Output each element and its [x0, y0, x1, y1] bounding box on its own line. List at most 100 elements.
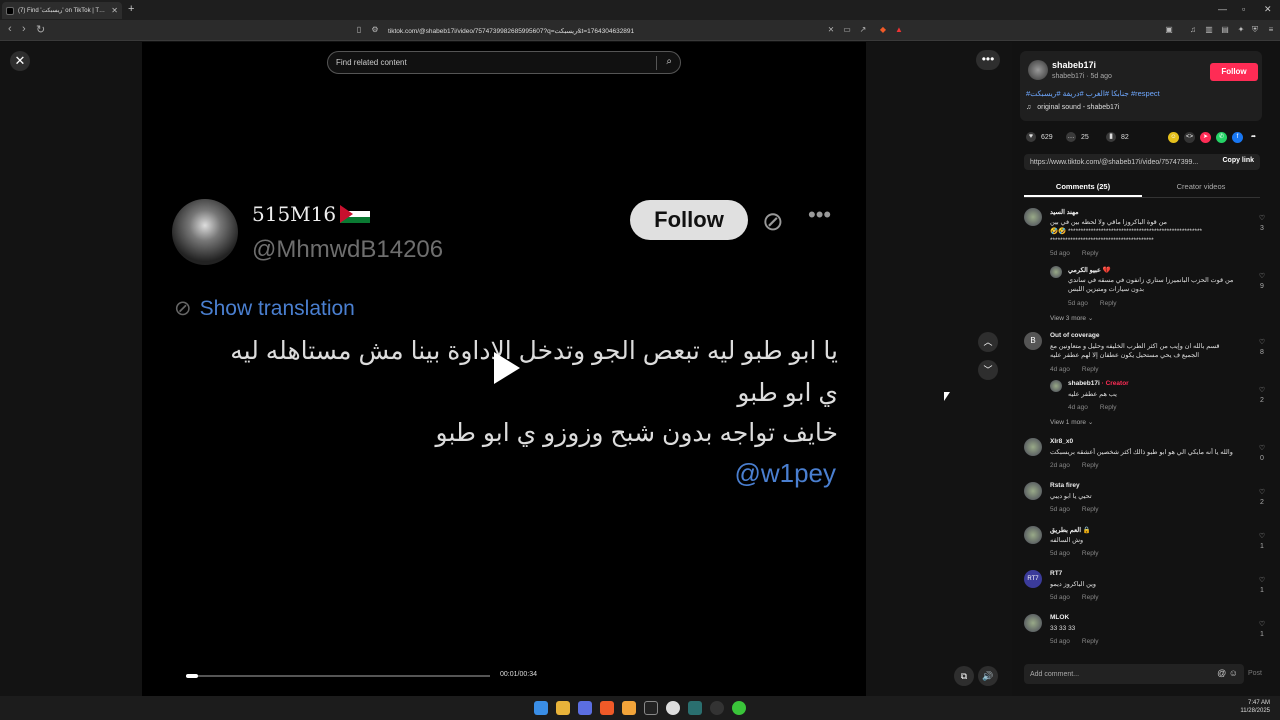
creator-avatar[interactable]	[1028, 60, 1048, 80]
reply-button[interactable]: Reply	[1082, 250, 1099, 257]
comment-user[interactable]: RT7	[1050, 570, 1062, 577]
new-tab-icon[interactable]: +	[128, 3, 134, 15]
avatar[interactable]	[1024, 614, 1042, 632]
comment-user[interactable]: MLOK	[1050, 614, 1069, 621]
address-bar[interactable]: ⚙ tiktok.com/@shabeb17i/video/7574739982…	[348, 22, 908, 39]
obs-icon[interactable]	[666, 701, 680, 715]
brave-shield-icon[interactable]: ◆	[878, 25, 888, 35]
windows-start-icon[interactable]	[534, 701, 548, 715]
play-icon[interactable]	[494, 352, 520, 384]
reply-button[interactable]: Reply	[1100, 404, 1117, 411]
add-comment-input[interactable]: Add comment... @ ☺	[1024, 664, 1244, 684]
search-icon[interactable]: ⌕	[666, 56, 672, 67]
friends-share-icon[interactable]: ☺	[1168, 132, 1179, 143]
app4-icon[interactable]	[732, 701, 746, 715]
save-stat[interactable]: ▮ 82	[1106, 132, 1129, 142]
hashtags[interactable]: #جنابكا #الغرب #دريفة #ريسبكت #respect	[1026, 89, 1160, 98]
comment-user[interactable]: Xlr8_x0	[1050, 438, 1073, 445]
comment-like[interactable]: ♡ 2	[1256, 386, 1268, 406]
forward-icon[interactable]: ›	[22, 23, 26, 35]
sidebar-toggle-icon[interactable]: ▣	[1164, 25, 1174, 35]
reply-button[interactable]: Reply	[1082, 506, 1099, 513]
cast-icon[interactable]: ▭	[842, 25, 852, 35]
facebook-icon[interactable]: f	[1232, 132, 1243, 143]
comment-like[interactable]: ♡ 0	[1256, 444, 1268, 464]
view-more-replies[interactable]: View 1 more ⌄	[1050, 418, 1093, 426]
comment-user[interactable]: Out of coverage	[1050, 332, 1099, 339]
whatsapp-icon[interactable]: ✆	[1216, 132, 1227, 143]
creator-name[interactable]: shabeb17i	[1052, 60, 1096, 70]
close-window-icon[interactable]: ✕	[1264, 4, 1272, 15]
close-tab-icon[interactable]: ✕	[111, 6, 118, 15]
avatar[interactable]	[1024, 482, 1042, 500]
comment-like[interactable]: ♡ 9	[1256, 272, 1268, 292]
avatar[interactable]	[1050, 266, 1062, 278]
reply-button[interactable]: Reply	[1082, 638, 1099, 645]
comment-like[interactable]: ♡ 1	[1256, 620, 1268, 640]
follow-button[interactable]: Follow	[1210, 63, 1258, 81]
brave-icon[interactable]	[600, 701, 614, 715]
comment-like[interactable]: ♡ 1	[1256, 576, 1268, 596]
comment-user[interactable]: العم بطريق 🔒	[1050, 526, 1091, 534]
rewards-icon[interactable]: ▲	[894, 25, 904, 35]
mute-tab-icon[interactable]: ⨯	[826, 25, 836, 35]
terminal-icon[interactable]	[644, 701, 658, 715]
comment-like[interactable]: ♡ 1	[1256, 532, 1268, 552]
avatar[interactable]: B	[1024, 332, 1042, 350]
reply-button[interactable]: Reply	[1082, 366, 1099, 373]
comment-stat[interactable]: … 25	[1066, 132, 1089, 142]
post-button[interactable]: Post	[1248, 670, 1262, 677]
view-more-replies[interactable]: View 3 more ⌄	[1050, 314, 1093, 322]
reply-button[interactable]: Reply	[1082, 594, 1099, 601]
comment-user[interactable]: Rsta firey	[1050, 482, 1080, 489]
music-icon[interactable]: ♫	[1188, 25, 1198, 35]
share-icon[interactable]: ↗	[858, 25, 868, 35]
video-player[interactable]: 515M16 @MhmwdB14206 Follow ⊘ ••• ⊘ Show t…	[142, 42, 866, 696]
maximize-icon[interactable]: ▫	[1242, 4, 1245, 14]
more-options-button[interactable]: •••	[976, 50, 1000, 70]
menu-icon[interactable]: ≡	[1266, 25, 1276, 35]
emoji-icon[interactable]: @ ☺	[1217, 668, 1238, 678]
back-icon[interactable]: ‹	[8, 23, 12, 35]
tab-comments[interactable]: Comments (25)	[1024, 182, 1142, 197]
next-video-button[interactable]: ﹀	[978, 360, 998, 380]
floating-player-button[interactable]: ⧉	[954, 666, 974, 686]
avatar[interactable]: RT7	[1024, 570, 1042, 588]
copy-link-button[interactable]: Copy link	[1222, 157, 1254, 164]
search-input[interactable]: Find related content ⌕	[327, 51, 681, 74]
app2-icon[interactable]	[688, 701, 702, 715]
browser-tab[interactable]: (7) Find 'ريسبكت' on TikTok | T… ✕	[2, 2, 122, 19]
comment-user[interactable]: shabeb17i · Creator	[1068, 380, 1129, 387]
embed-icon[interactable]: <>	[1184, 132, 1195, 143]
close-video-button[interactable]: ✕	[10, 51, 30, 71]
extensions-icon[interactable]: ✦	[1236, 25, 1246, 35]
progress-bar[interactable]	[186, 674, 490, 678]
comment-user[interactable]: عبيو الكرمي 💔	[1068, 266, 1111, 274]
sound-link[interactable]: ♫ original sound - shabeb17i	[1026, 104, 1119, 111]
reload-icon[interactable]: ↻	[36, 23, 45, 36]
site-info-icon[interactable]: ⚙	[370, 25, 380, 35]
vpn-icon[interactable]: ⛨	[1250, 25, 1260, 35]
tab-creator-videos[interactable]: Creator videos	[1142, 182, 1260, 191]
panel-icon[interactable]: ▥	[1204, 25, 1214, 35]
more-share-icon[interactable]: ➦	[1248, 132, 1259, 143]
minimize-icon[interactable]: —	[1218, 4, 1227, 14]
reply-button[interactable]: Reply	[1082, 462, 1099, 469]
app3-icon[interactable]	[710, 701, 724, 715]
system-clock[interactable]: 7:47 AM 11/28/2025	[1240, 699, 1270, 715]
comment-like[interactable]: ♡ 3	[1256, 214, 1268, 234]
reply-button[interactable]: Reply	[1082, 550, 1099, 557]
avatar[interactable]	[1050, 380, 1062, 392]
wallet-icon[interactable]: ▤	[1220, 25, 1230, 35]
like-stat[interactable]: ♥ 629	[1026, 132, 1053, 142]
avatar[interactable]	[1024, 438, 1042, 456]
reply-button[interactable]: Reply	[1100, 300, 1117, 307]
comment-like[interactable]: ♡ 2	[1256, 488, 1268, 508]
comment-like[interactable]: ♡ 8	[1256, 338, 1268, 358]
discord-icon[interactable]	[578, 701, 592, 715]
avatar[interactable]	[1024, 526, 1042, 544]
comment-user[interactable]: مهند السيد	[1050, 208, 1079, 216]
file-explorer-icon[interactable]	[556, 701, 570, 715]
app-icon[interactable]	[622, 701, 636, 715]
volume-button[interactable]: 🔊	[978, 666, 998, 686]
